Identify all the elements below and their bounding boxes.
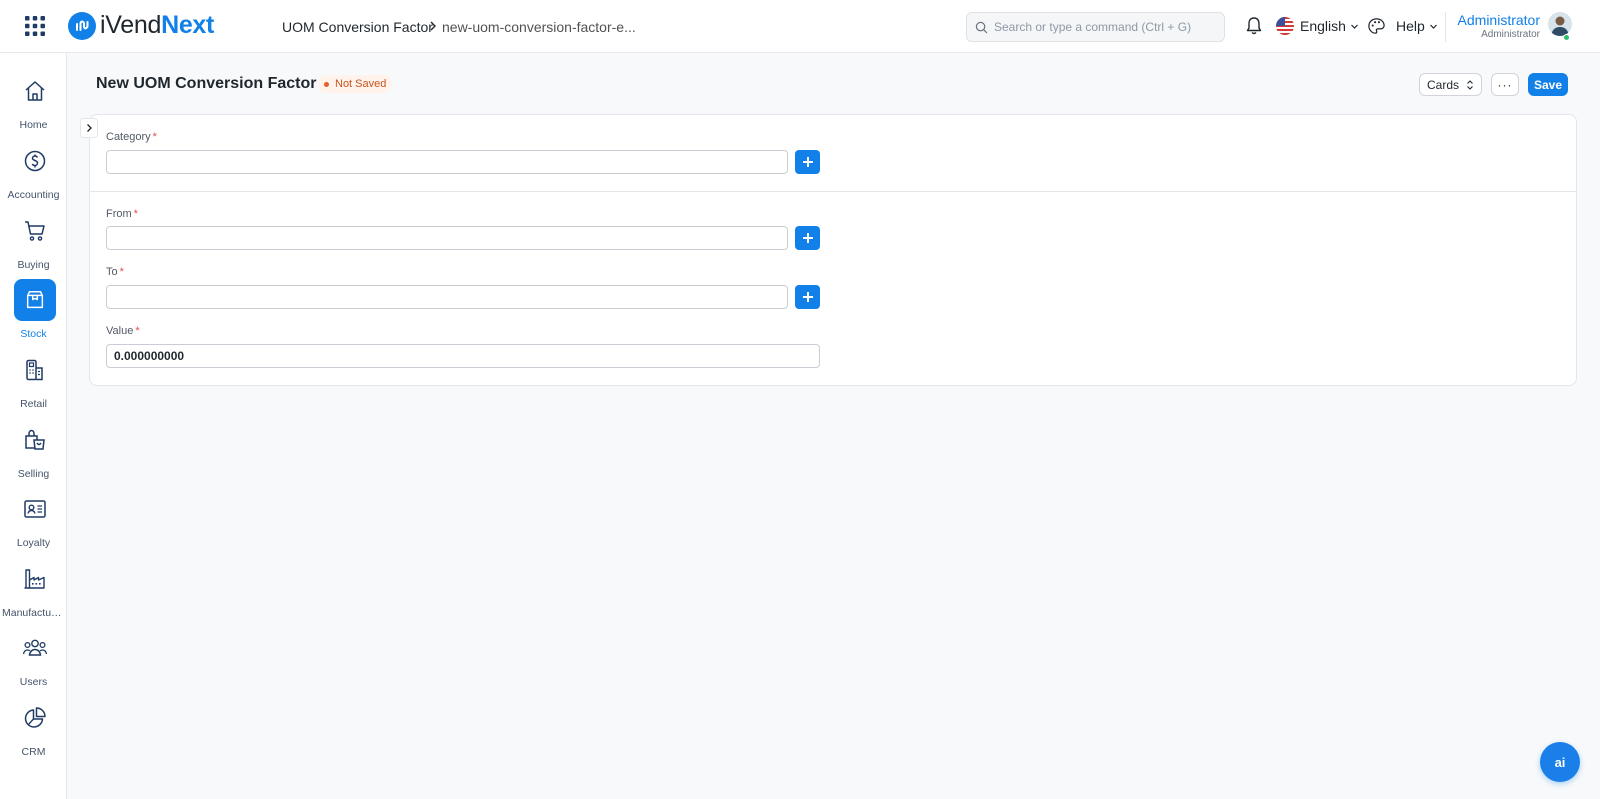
search-box[interactable]: [966, 12, 1225, 42]
apps-grid-icon[interactable]: [25, 16, 45, 36]
shopping-bag-icon: [14, 419, 56, 461]
from-uom-field[interactable]: [106, 226, 788, 250]
breadcrumb-parent[interactable]: UOM Conversion Factor: [282, 19, 433, 35]
page-title: New UOM Conversion Factor: [96, 75, 317, 92]
avatar[interactable]: [1548, 12, 1572, 36]
id-card-icon: [14, 488, 56, 530]
sidebar-item-buying[interactable]: Buying: [0, 210, 67, 274]
save-button[interactable]: Save: [1528, 73, 1568, 96]
value-field[interactable]: [106, 344, 820, 368]
top-navbar: iVendNext UOM Conversion Factor new-uom-…: [0, 0, 1600, 53]
plus-icon: [802, 157, 813, 167]
category-label: Category *: [106, 131, 157, 143]
sidebar-item-crm[interactable]: CRM: [0, 697, 67, 761]
user-avatar-icon: [1551, 16, 1569, 36]
sidebar-item-label: Selling: [17, 468, 50, 480]
sidebar-item-accounting[interactable]: Accounting: [0, 140, 67, 204]
ai-assistant-button[interactable]: ai: [1540, 742, 1580, 782]
us-flag-icon: [1276, 17, 1294, 35]
value-label: Value *: [106, 325, 140, 337]
chevron-down-icon: [1350, 24, 1358, 29]
chevron-right-icon: [87, 124, 92, 132]
users-icon: [14, 627, 56, 669]
logo-text: iVendNext: [100, 11, 215, 39]
sidebar-item-label: Retail: [20, 398, 47, 410]
sidebar-item-selling[interactable]: Selling: [0, 419, 67, 483]
logo-mark-icon: [68, 11, 96, 40]
factory-icon: [14, 558, 56, 600]
pos-icon: [14, 349, 56, 391]
cart-icon: [14, 210, 56, 252]
box-icon: [14, 279, 56, 321]
language-selector[interactable]: English: [1276, 17, 1359, 35]
help-label: Help: [1396, 18, 1425, 34]
divider: [1445, 12, 1446, 42]
add-from-uom-button[interactable]: [795, 226, 820, 250]
sidebar: Home Accounting Buying Stock Retail Sell…: [0, 53, 67, 799]
app-logo[interactable]: iVendNext: [68, 11, 214, 40]
category-field[interactable]: [106, 150, 788, 174]
chevron-down-icon: [1429, 24, 1437, 29]
sidebar-item-stock[interactable]: Stock: [0, 279, 67, 343]
sidebar-item-retail[interactable]: Retail: [0, 349, 67, 413]
sidebar-item-label: Accounting: [7, 189, 60, 201]
from-label: From *: [106, 208, 138, 220]
view-mode-select[interactable]: Cards: [1419, 73, 1482, 96]
sidebar-item-label: Loyalty: [16, 537, 51, 549]
help-menu[interactable]: Help: [1396, 18, 1438, 34]
sidebar-item-label: Users: [19, 676, 48, 688]
search-icon: [975, 21, 988, 33]
pie-chart-icon: [14, 697, 56, 739]
status-badge: Not Saved: [318, 75, 393, 93]
sort-chevrons-icon: [1467, 79, 1473, 90]
add-to-uom-button[interactable]: [795, 285, 820, 309]
sidebar-item-manufacturing[interactable]: Manufacturing: [0, 558, 67, 622]
status-label: Not Saved: [335, 78, 387, 90]
palette-icon[interactable]: [1367, 17, 1386, 36]
bell-icon[interactable]: [1245, 16, 1263, 36]
sidebar-item-home[interactable]: Home: [0, 70, 67, 134]
dollar-icon: [14, 140, 56, 182]
user-name[interactable]: Administrator: [1458, 12, 1540, 28]
more-actions-button[interactable]: ···: [1491, 73, 1519, 96]
plus-icon: [802, 292, 813, 302]
add-category-button[interactable]: [795, 150, 820, 174]
sidebar-item-label: Manufacturing: [2, 607, 67, 619]
sidebar-toggle[interactable]: [80, 118, 98, 138]
section-divider: [89, 191, 1577, 192]
sidebar-item-label: CRM: [21, 746, 46, 758]
to-uom-field[interactable]: [106, 285, 788, 309]
chevron-right-icon: [430, 21, 436, 31]
sidebar-item-label: Stock: [20, 328, 47, 340]
home-icon: [14, 70, 56, 112]
online-status-indicator: [1563, 34, 1570, 41]
search-input[interactable]: [994, 20, 1214, 34]
user-role: Administrator: [1481, 29, 1540, 40]
breadcrumb-current[interactable]: new-uom-conversion-factor-e...: [442, 19, 636, 35]
sidebar-item-label: Home: [19, 119, 48, 131]
plus-icon: [802, 233, 813, 243]
view-mode-label: Cards: [1426, 77, 1459, 92]
status-dot-icon: [324, 81, 329, 87]
to-label: To *: [106, 266, 124, 278]
sidebar-item-users[interactable]: Users: [0, 627, 67, 691]
sidebar-item-loyalty[interactable]: Loyalty: [0, 488, 67, 552]
sidebar-item-label: Buying: [17, 259, 50, 271]
language-label: English: [1300, 18, 1346, 34]
